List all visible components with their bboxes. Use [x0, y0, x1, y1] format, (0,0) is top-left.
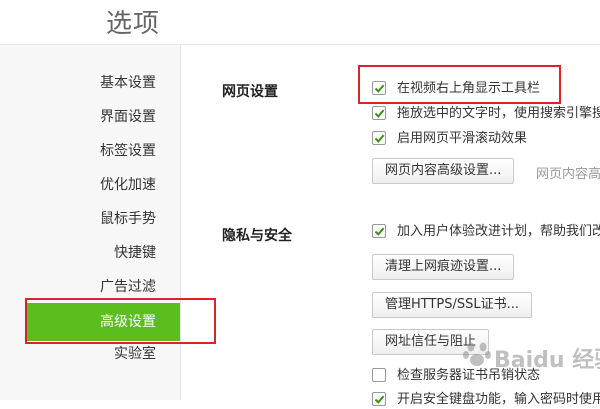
checkmark-icon: [374, 227, 385, 236]
smooth-scroll-label: 启用网页平滑滚动效果: [397, 131, 528, 146]
sidebar-item-basic[interactable]: 基本设置: [0, 69, 180, 97]
sidebar-item-label: 高级设置: [100, 314, 156, 330]
secure-keyboard-checkbox[interactable]: [372, 392, 386, 406]
section-title-web-settings: 网页设置: [222, 84, 278, 100]
sidebar-item-advanced[interactable]: 高级设置: [26, 303, 180, 341]
paw-logo-icon: [463, 342, 491, 366]
sidebar-item-label: 优化加速: [100, 177, 156, 193]
cert-revocation-checkbox[interactable]: [372, 368, 386, 382]
sidebar-item-lab[interactable]: 实验室: [0, 340, 180, 368]
sidebar: 基本设置 界面设置 标签设置 优化加速 鼠标手势 快捷键 广告过滤 高级设置 实…: [0, 45, 181, 400]
section-title-privacy: 隐私与安全: [222, 228, 292, 244]
clear-traces-button[interactable]: 清理上网痕迹设置...: [372, 254, 515, 280]
ux-improve-checkbox[interactable]: [372, 224, 386, 238]
smooth-scroll-checkbox[interactable]: [372, 131, 386, 145]
drag-search-label: 拖放选中的文字时，使用搜索引擎搜: [397, 106, 600, 121]
checkmark-icon: [374, 134, 385, 143]
web-content-advanced-button[interactable]: 网页内容高级设置...: [372, 158, 515, 184]
checkmark-icon: [374, 109, 385, 118]
ux-improve-label: 加入用户体验改进计划，帮助我们改: [397, 224, 600, 239]
sidebar-item-label: 广告过滤: [100, 279, 156, 295]
video-toolbar-label: 在视频右上角显示工具栏: [397, 81, 541, 96]
checkmark-icon: [374, 84, 385, 93]
sidebar-item-shortcuts[interactable]: 快捷键: [0, 239, 180, 267]
sidebar-item-label: 鼠标手势: [100, 211, 156, 227]
manage-ssl-button[interactable]: 管理HTTPS/SSL证书...: [372, 292, 533, 318]
sidebar-item-label: 界面设置: [100, 109, 156, 125]
secure-keyboard-label: 开启安全键盘功能，输入密码时使用: [397, 392, 600, 407]
sidebar-item-ad-filter[interactable]: 广告过滤: [0, 273, 180, 301]
sidebar-item-interface[interactable]: 界面设置: [0, 103, 180, 131]
sidebar-item-label: 快捷键: [114, 245, 156, 261]
sidebar-item-optimize[interactable]: 优化加速: [0, 171, 180, 199]
header: 选项: [0, 0, 600, 45]
sidebar-item-label: 基本设置: [100, 75, 156, 91]
drag-search-checkbox[interactable]: [372, 106, 386, 120]
sidebar-item-label: 标签设置: [100, 143, 156, 159]
sidebar-item-tabs[interactable]: 标签设置: [0, 137, 180, 165]
page-title: 选项: [106, 9, 161, 39]
web-content-advanced-hint: 网页内容高: [536, 167, 600, 182]
sidebar-item-label: 实验室: [114, 346, 156, 362]
video-toolbar-checkbox[interactable]: [372, 81, 386, 95]
sidebar-item-mouse-gestures[interactable]: 鼠标手势: [0, 205, 180, 233]
watermark-text: Baidu 经验: [494, 348, 600, 373]
